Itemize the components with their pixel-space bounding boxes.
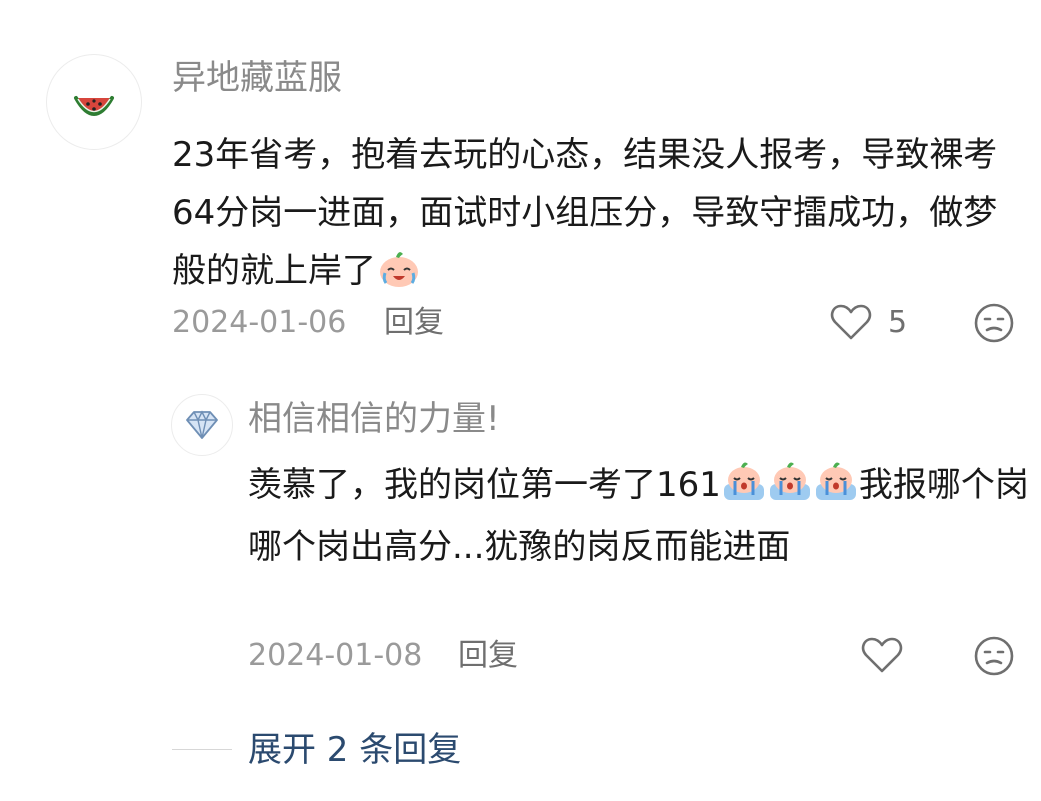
comment-like-button[interactable]: 5 bbox=[830, 300, 907, 344]
crying-peach-emoji bbox=[813, 460, 859, 519]
reply-text: 羡慕了，我的岗位第一考了161 我报哪个岗哪个岗出高分...犹豫的岗反而能进面 bbox=[248, 457, 1033, 575]
comment-reply-button[interactable]: 回复 bbox=[384, 303, 444, 343]
heart-outline-icon bbox=[830, 304, 872, 340]
reply-body-part1: 羡慕了，我的岗位第一考了161 bbox=[248, 465, 721, 505]
expand-replies-link[interactable]: 展开 2 条回复 bbox=[248, 727, 461, 773]
reply-reply-button[interactable]: 回复 bbox=[458, 636, 518, 676]
meh-face-icon bbox=[974, 303, 1014, 343]
expand-divider bbox=[172, 749, 232, 750]
comment-body: 23年省考，抱着去玩的心态，结果没人报考，导致裸考64分岗一进面，面试时小组压分… bbox=[172, 135, 998, 291]
reply-dislike-button[interactable] bbox=[973, 635, 1015, 677]
reply-like-button[interactable] bbox=[861, 636, 903, 674]
reply-date: 2024-01-08 bbox=[248, 638, 423, 673]
commenter-username[interactable]: 异地藏蓝服 bbox=[172, 56, 342, 100]
watermelon-icon bbox=[74, 96, 114, 116]
diamond-icon bbox=[186, 410, 218, 439]
crying-laughing-peach-emoji bbox=[376, 248, 422, 306]
comment-dislike-button[interactable] bbox=[973, 302, 1015, 344]
avatar-commenter[interactable] bbox=[46, 54, 142, 150]
crying-peach-emoji bbox=[767, 460, 813, 519]
avatar-replier[interactable] bbox=[171, 394, 233, 456]
heart-outline-icon bbox=[861, 637, 903, 673]
meh-face-icon bbox=[974, 636, 1014, 676]
comment-text: 23年省考，抱着去玩的心态，结果没人报考，导致裸考64分岗一进面，面试时小组压分… bbox=[172, 126, 1017, 306]
comment-date: 2024-01-06 bbox=[172, 305, 347, 340]
comment-like-count: 5 bbox=[888, 304, 908, 340]
replier-username[interactable]: 相信相信的力量! bbox=[248, 397, 500, 441]
crying-peach-emoji bbox=[721, 460, 767, 519]
